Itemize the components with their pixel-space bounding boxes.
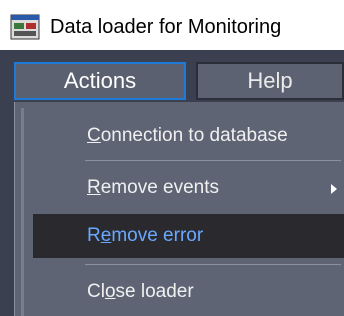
- menu-item-remove-error[interactable]: Remove error: [33, 214, 344, 258]
- menu-item-label: Close loader: [87, 281, 194, 302]
- submenu-arrow-icon: [331, 184, 337, 194]
- menu-item-close-loader[interactable]: Close loader: [33, 270, 344, 314]
- title-bar: Data loader for Monitoring: [0, 0, 344, 50]
- menu-item-label: Connection to database: [87, 125, 288, 146]
- menu-separator: [85, 264, 341, 265]
- menu-item-label: Remove events: [87, 177, 220, 198]
- actions-dropdown: Connection to database Remove events Rem…: [14, 102, 344, 316]
- window-title: Data loader for Monitoring: [50, 16, 282, 38]
- dropdown-edge: [21, 108, 24, 316]
- menu-item-remove-events[interactable]: Remove events: [33, 166, 344, 210]
- menu-item-connection-to-database[interactable]: Connection to database: [33, 114, 344, 158]
- menu-separator: [85, 160, 341, 161]
- menu-actions[interactable]: Actions: [14, 62, 186, 100]
- app-monitor-icon: [10, 14, 40, 40]
- menu-item-label: Remove error: [87, 225, 204, 246]
- menu-help[interactable]: Help: [196, 62, 344, 100]
